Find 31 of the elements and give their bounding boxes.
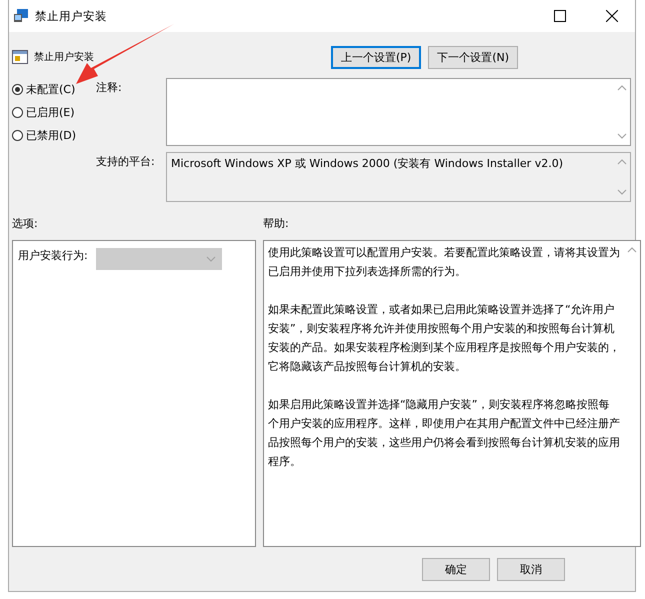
platform-text: Microsoft Windows XP 或 Windows 2000 (安装有 Windows Installer v2.0) [170,156,564,172]
comment-field[interactable] [166,78,631,146]
help-paragraph: 使用此策略设置可以配置用户安装。若要配置此策略设置，请将其设置为已启用并使用下拉列表选择所需的行为。 [268,245,620,280]
comment-label: 注释: [96,80,123,96]
help-label: 帮助: [263,216,290,232]
close-icon [606,10,618,22]
radio-option[interactable]: 未配置(C) [12,82,96,97]
chevron-down-icon[interactable] [617,189,627,195]
install-behavior-label: 用户安装行为: [18,248,88,263]
dialog-button[interactable]: 确定 [422,558,490,581]
radio-option[interactable]: 已禁用(D) [12,128,96,143]
scroll-up-icon[interactable] [627,247,637,253]
policy-icon [12,49,28,65]
radio-circle[interactable] [12,84,23,95]
policy-title: 禁止用户安装 [34,50,94,64]
dialog-button[interactable]: 取消 [497,558,565,581]
help-paragraph: 如果未配置此策略设置，或者如果已启用此策略设置并选择了“允许用户安装”，则安装程序将允许并使用按照每个用户安装的和按照每台计算机安装的产品。如果安装程序检测到某个应用程序是按照每个用户安装的，它将隐藏该产品按照每台计算机的安装。 [268,302,620,375]
window-title: 禁止用户安装 [35,8,108,24]
radio-circle[interactable] [12,107,23,118]
options-label: 选项: [12,216,39,232]
computer-icon [13,8,29,24]
maximize-icon [554,10,566,22]
radio-option[interactable]: 已启用(E) [12,105,96,120]
help-paragraph: 如果启用此策略设置并选择“隐藏用户安装”，则安装程序将忽略按照每个用户安装的应用程序。这样，即使用户在其用户配置文件中已经注册产品按照每个用户的安装，这些用户仍将会看到按照每台计算机安装的应用程序。 [268,397,620,470]
chevron-down-icon[interactable] [617,133,627,139]
radio-circle[interactable] [12,130,23,141]
scroll-up-icon[interactable] [617,85,627,91]
next-setting-button[interactable]: 下一个设置(N) [428,46,518,68]
scroll-up-icon[interactable] [617,159,627,165]
previous-setting-button[interactable]: 上一个设置(P) [331,46,422,68]
platform-label: 支持的平台: [96,154,156,170]
